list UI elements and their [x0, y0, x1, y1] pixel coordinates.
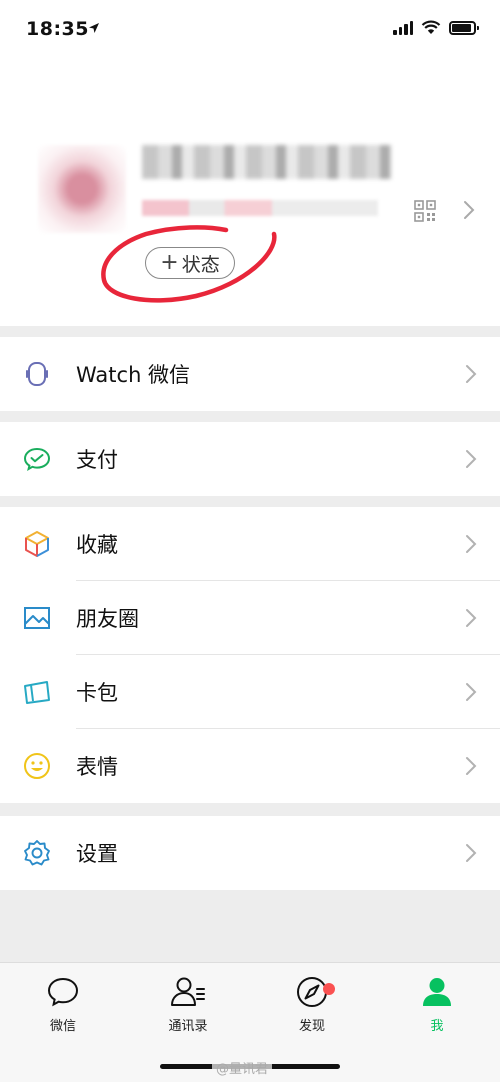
chevron-right-icon	[466, 683, 477, 701]
tab-label: 微信	[49, 1019, 76, 1034]
qr-code-icon[interactable]	[414, 200, 436, 222]
smiley-icon	[24, 753, 50, 779]
avatar[interactable]	[38, 145, 126, 233]
status-button-label: 状态	[181, 253, 220, 276]
watch-icon	[26, 362, 48, 386]
chevron-right-icon	[466, 535, 477, 553]
tab-discover[interactable]: 发现	[267, 975, 357, 1034]
clock: 18:35	[26, 18, 89, 40]
menu-item-favorites[interactable]: 收藏	[0, 507, 500, 581]
chevron-right-icon	[466, 450, 477, 468]
chat-bubble-icon	[47, 977, 79, 1007]
menu-item-cards[interactable]: 卡包	[0, 655, 500, 729]
chevron-right-icon[interactable]	[462, 199, 476, 221]
menu-item-label: Watch 微信	[76, 363, 191, 387]
contacts-icon	[171, 977, 205, 1006]
favorites-cube-icon	[25, 531, 49, 557]
location-arrow-icon	[89, 23, 99, 33]
notification-badge	[323, 983, 335, 995]
person-icon	[423, 978, 451, 1006]
menu-item-label: 收藏	[76, 533, 118, 557]
chevron-right-icon	[466, 757, 477, 775]
menu-item-label: 卡包	[76, 681, 118, 705]
menu-item-label: 设置	[76, 842, 118, 866]
watermark: @量讯君	[212, 1058, 273, 1077]
menu-group-watch: Watch 微信	[0, 337, 500, 411]
tab-me[interactable]: 我	[392, 975, 482, 1034]
moments-picture-icon	[24, 607, 50, 629]
cellular-signal-icon	[393, 20, 413, 35]
menu-item-pay[interactable]: 支付	[0, 422, 500, 496]
chevron-right-icon	[466, 365, 477, 383]
system-indicators	[393, 20, 479, 35]
wechat-pay-icon	[23, 447, 51, 472]
add-status-button[interactable]: + 状态	[145, 247, 235, 279]
menu-group-settings: 设置	[0, 816, 500, 890]
menu-item-watch-wechat[interactable]: Watch 微信	[0, 337, 500, 411]
menu-item-settings[interactable]: 设置	[0, 816, 500, 890]
menu-group-features: 收藏 朋友圈 卡包 表情	[0, 507, 500, 803]
menu-item-label: 表情	[76, 755, 118, 779]
tab-label: 通讯录	[168, 1019, 208, 1034]
battery-icon	[449, 20, 479, 35]
menu-group-pay: 支付	[0, 422, 500, 496]
status-bar: 18:35	[0, 0, 500, 60]
tab-chats[interactable]: 微信	[18, 975, 108, 1034]
menu-item-label: 朋友圈	[76, 607, 139, 631]
plus-icon: +	[160, 250, 179, 275]
wechat-id-redacted	[142, 200, 378, 216]
card-wallet-icon	[24, 681, 50, 704]
chevron-right-icon	[466, 609, 477, 627]
menu-item-moments[interactable]: 朋友圈	[0, 581, 500, 655]
tab-contacts[interactable]: 通讯录	[143, 975, 233, 1034]
chevron-right-icon	[466, 844, 477, 862]
gear-icon	[24, 840, 50, 866]
menu-item-stickers[interactable]: 表情	[0, 729, 500, 803]
profile-header[interactable]: + 状态	[0, 60, 500, 326]
nickname-redacted	[142, 145, 392, 179]
tab-label: 我	[430, 1019, 444, 1034]
tab-label: 发现	[298, 1019, 325, 1034]
wifi-icon	[421, 20, 441, 34]
menu-item-label: 支付	[76, 448, 118, 472]
